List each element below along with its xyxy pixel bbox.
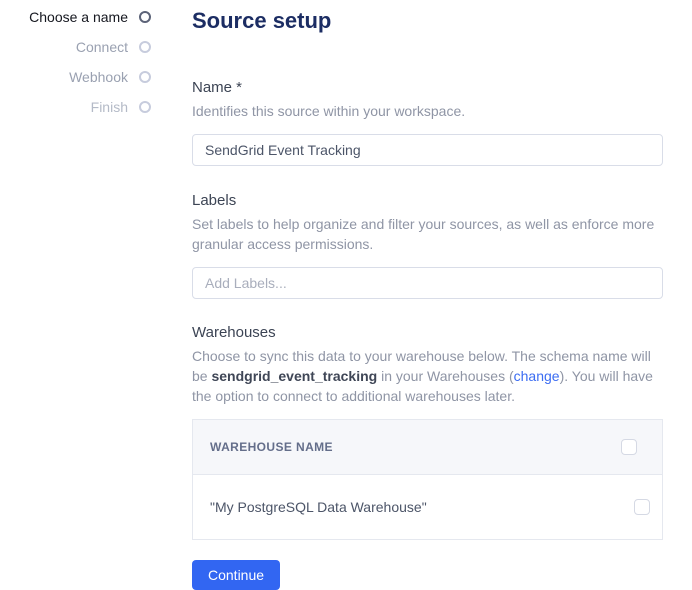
step-connect[interactable]: Connect (0, 32, 192, 62)
page-title: Source setup (192, 8, 332, 33)
warehouse-table: WAREHOUSE NAME "My PostgreSQL Data Wareh… (192, 419, 663, 540)
name-description: Identifies this source within your works… (192, 103, 466, 119)
page-layout: Choose a name Connect Webhook Finish Sou… (0, 0, 692, 590)
source-setup-form: Source setup Name * Identifies this sour… (192, 0, 663, 590)
warehouses-label: Warehouses (192, 324, 276, 341)
step-radio-icon[interactable] (139, 11, 151, 23)
warehouse-name: "My PostgreSQL Data Warehouse" (210, 499, 427, 515)
step-choose-a-name[interactable]: Choose a name (0, 2, 192, 32)
warehouses-section: Warehouses Choose to sync this data to y… (192, 324, 663, 540)
source-name-input[interactable] (192, 134, 663, 166)
labels-description: Set labels to help organize and filter y… (192, 216, 655, 252)
step-label: Webhook (69, 69, 128, 85)
step-label: Finish (90, 99, 128, 115)
name-section: Name * Identifies this source within you… (192, 79, 663, 166)
warehouse-table-header: WAREHOUSE NAME (193, 420, 662, 475)
step-radio-icon[interactable] (139, 41, 151, 53)
table-row[interactable]: "My PostgreSQL Data Warehouse" (193, 475, 662, 539)
step-radio-icon[interactable] (139, 71, 151, 83)
warehouses-desc-text: in your Warehouses ( (377, 368, 514, 384)
warehouse-row-checkbox[interactable] (634, 499, 650, 515)
step-radio-icon[interactable] (139, 101, 151, 113)
labels-label: Labels (192, 192, 237, 209)
step-finish[interactable]: Finish (0, 92, 192, 122)
step-webhook[interactable]: Webhook (0, 62, 192, 92)
step-label: Connect (75, 39, 128, 55)
add-labels-input[interactable] (192, 267, 663, 299)
select-all-checkbox[interactable] (621, 439, 637, 455)
name-label: Name * (192, 79, 243, 96)
wizard-steps-sidebar: Choose a name Connect Webhook Finish (0, 0, 192, 590)
schema-name-text: sendgrid_event_tracking (211, 368, 378, 384)
warehouses-description: Choose to sync this data to your warehou… (192, 346, 663, 406)
step-label: Choose a name (29, 9, 128, 25)
labels-section: Labels Set labels to help organize and f… (192, 192, 663, 299)
continue-button[interactable]: Continue (192, 560, 281, 590)
warehouse-name-column-header: WAREHOUSE NAME (210, 440, 333, 454)
change-schema-link[interactable]: change (514, 368, 560, 384)
